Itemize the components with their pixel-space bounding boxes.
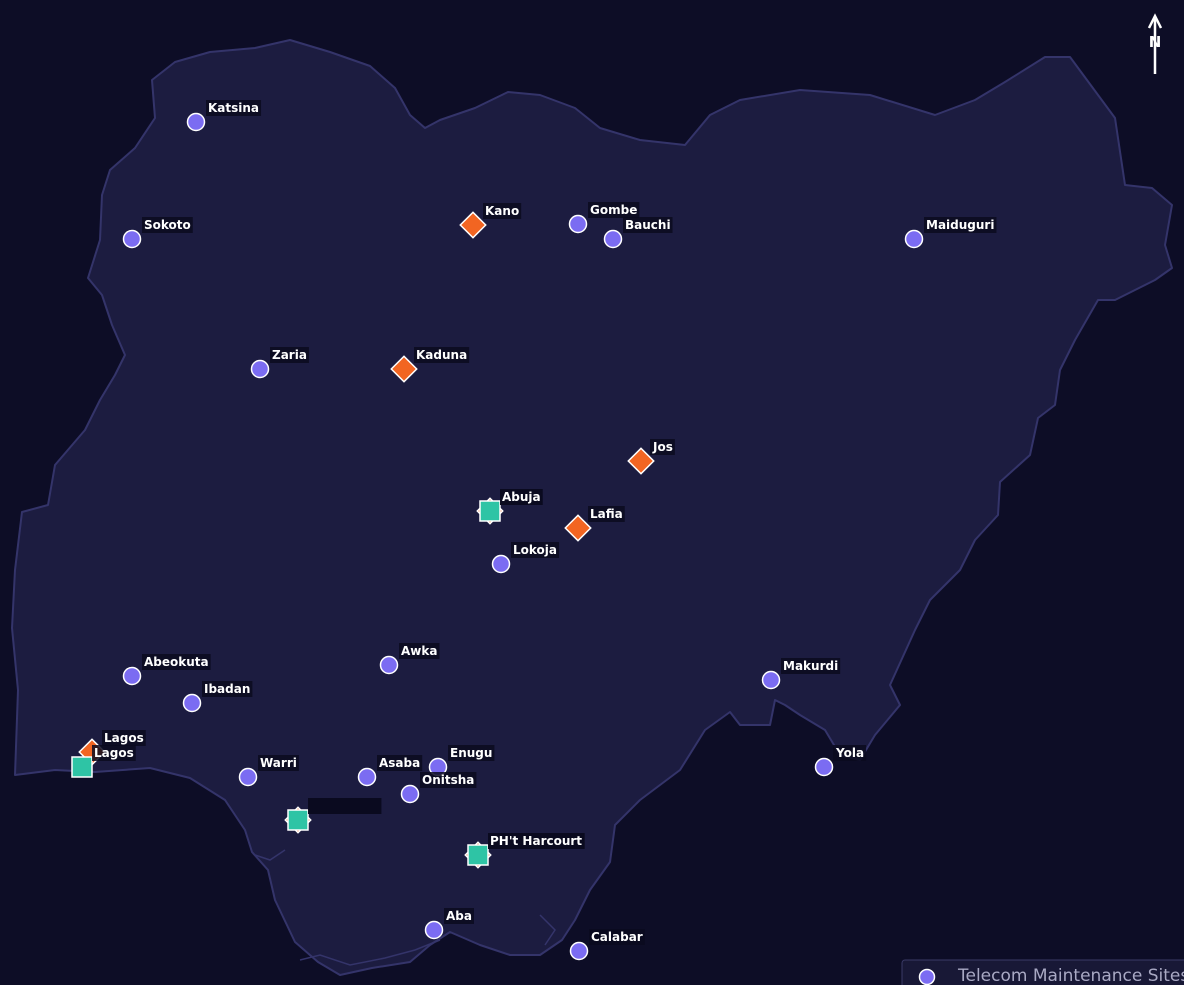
site-label: Calabar	[591, 930, 643, 944]
site-label: Ibadan	[204, 682, 250, 696]
site-label: Zaria	[272, 348, 307, 362]
site-label: Warri	[260, 756, 297, 770]
site-label: Gombe	[590, 203, 637, 217]
center-marker-lagos[interactable]	[71, 756, 93, 778]
north-label: N	[1149, 33, 1162, 51]
site-marker-awka[interactable]	[379, 655, 399, 675]
site-label: Asaba	[379, 756, 420, 770]
legend-site-icon	[918, 968, 936, 985]
site-label: Katsina	[208, 101, 259, 115]
site-label: Makurdi	[783, 659, 838, 673]
site-marker-katsina[interactable]	[186, 112, 206, 132]
site-label: Kano	[485, 204, 519, 218]
site-marker-bauchi[interactable]	[603, 229, 623, 249]
site-marker-ibadan[interactable]	[182, 693, 202, 713]
site-label: PH't Harcourt	[490, 834, 582, 848]
site-label: Lafia	[590, 507, 623, 521]
site-marker-zaria[interactable]	[250, 359, 270, 379]
site-marker-aba[interactable]	[424, 920, 444, 940]
site-label: Lagos	[104, 731, 144, 745]
site-marker-makurdi[interactable]	[761, 670, 781, 690]
site-label: Kaduna	[416, 348, 467, 362]
site-label: Onitsha	[422, 773, 474, 787]
site-marker-abeokuta[interactable]	[122, 666, 142, 686]
site-marker-yola[interactable]	[814, 757, 834, 777]
site-label: Bauchi	[625, 218, 671, 232]
center-marker-benin-city[interactable]	[287, 809, 309, 831]
site-marker-maiduguri[interactable]	[904, 229, 924, 249]
site-marker-sokoto[interactable]	[122, 229, 142, 249]
site-marker-onitsha[interactable]	[400, 784, 420, 804]
legend-label: Telecom Maintenance Sites	[957, 966, 1184, 985]
site-label: Abeokuta	[144, 655, 209, 669]
map-svg[interactable]: Katsina Sokoto Kano GombeBauchi Maiduguri Zar…	[0, 0, 1184, 985]
site-marker-calabar[interactable]	[569, 941, 589, 961]
site-marker-lokoja[interactable]	[491, 554, 511, 574]
site-label: Enugu	[450, 746, 492, 760]
center-marker-ph-t-harcourt[interactable]	[467, 844, 489, 866]
site-label: Jos	[652, 440, 673, 454]
legend: Telecom Maintenance Sites	[901, 959, 1184, 985]
site-label: Maiduguri	[926, 218, 994, 232]
map-canvas[interactable]: Katsina Sokoto Kano Gombe Bauchi Maiduguri Zar…	[0, 0, 1184, 985]
site-label: Aba	[446, 909, 472, 923]
center-marker-abuja[interactable]	[479, 500, 501, 522]
site-label: Sokoto	[144, 218, 191, 232]
site-label: Lokoja	[513, 543, 557, 557]
site-label: Abuja	[502, 490, 541, 504]
site-marker-warri[interactable]	[238, 767, 258, 787]
site-label: Lagos	[94, 746, 134, 760]
site-label: Awka	[401, 644, 437, 658]
site-marker-asaba[interactable]	[357, 767, 377, 787]
site-label: Yola	[835, 746, 864, 760]
site-marker-gombe[interactable]	[568, 214, 588, 234]
